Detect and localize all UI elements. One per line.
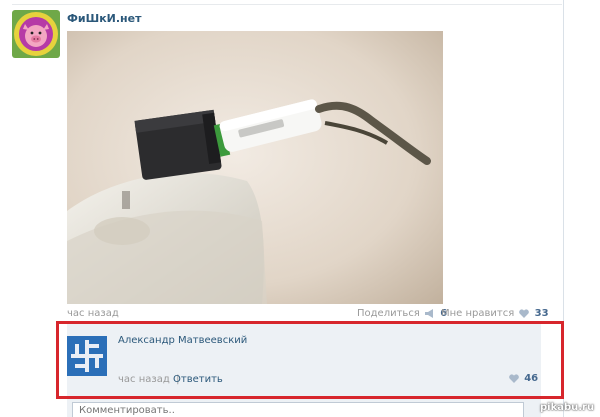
group-avatar[interactable] [12,10,60,58]
usb-flash-drive-photo-icon [67,31,443,304]
post-top-separator [12,4,562,5]
pig-logo-icon [12,10,60,58]
heart-icon [519,308,530,318]
share-button[interactable]: Поделиться 6 [357,308,447,319]
like-count: 33 [534,308,549,319]
comment-input[interactable] [72,402,524,417]
highlight-frame [56,321,564,399]
post-time: час назад [67,308,119,319]
megaphone-icon [425,308,434,318]
share-label: Поделиться [357,308,420,319]
like-label: Мне нравится [441,308,515,319]
like-button[interactable]: Мне нравится 33 [441,308,549,319]
pikabu-watermark: pikabu.ru [540,402,595,413]
group-name-link[interactable]: ФиШкИ.нет [67,12,142,25]
post-photo[interactable] [67,31,443,304]
